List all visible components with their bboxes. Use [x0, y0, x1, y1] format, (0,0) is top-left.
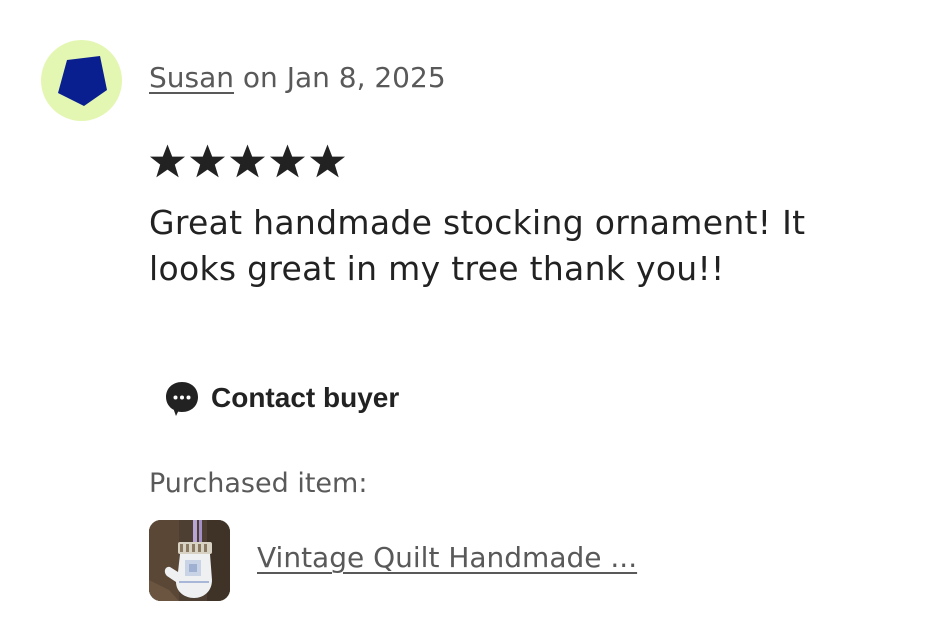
star-icon [309, 144, 346, 178]
contact-buyer-button[interactable]: Contact buyer [163, 376, 399, 420]
reviewer-name-link[interactable]: Susan [149, 61, 234, 94]
star-icon [189, 144, 226, 178]
review-meta: Susan on Jan 8, 2025 [149, 60, 446, 96]
purchased-item-thumbnail[interactable] [149, 520, 230, 601]
review-text: Great handmade stocking ornament! It loo… [149, 203, 806, 288]
star-rating [148, 142, 347, 181]
star-icon [229, 144, 266, 178]
review-date: on Jan 8, 2025 [234, 61, 446, 94]
purchased-item-link[interactable]: Vintage Quilt Handmade ... [257, 540, 637, 576]
chat-bubble-icon [166, 382, 198, 416]
contact-buyer-label: Contact buyer [211, 382, 400, 413]
star-icon [149, 144, 186, 178]
review-card: Susan on Jan 8, 2025 Great handmade stoc… [0, 0, 929, 639]
star-icon [269, 144, 306, 178]
pentagon-icon [58, 56, 107, 106]
avatar [41, 40, 122, 121]
mitten-ornament-image [149, 520, 230, 601]
purchased-item-label: Purchased item: [149, 468, 368, 499]
